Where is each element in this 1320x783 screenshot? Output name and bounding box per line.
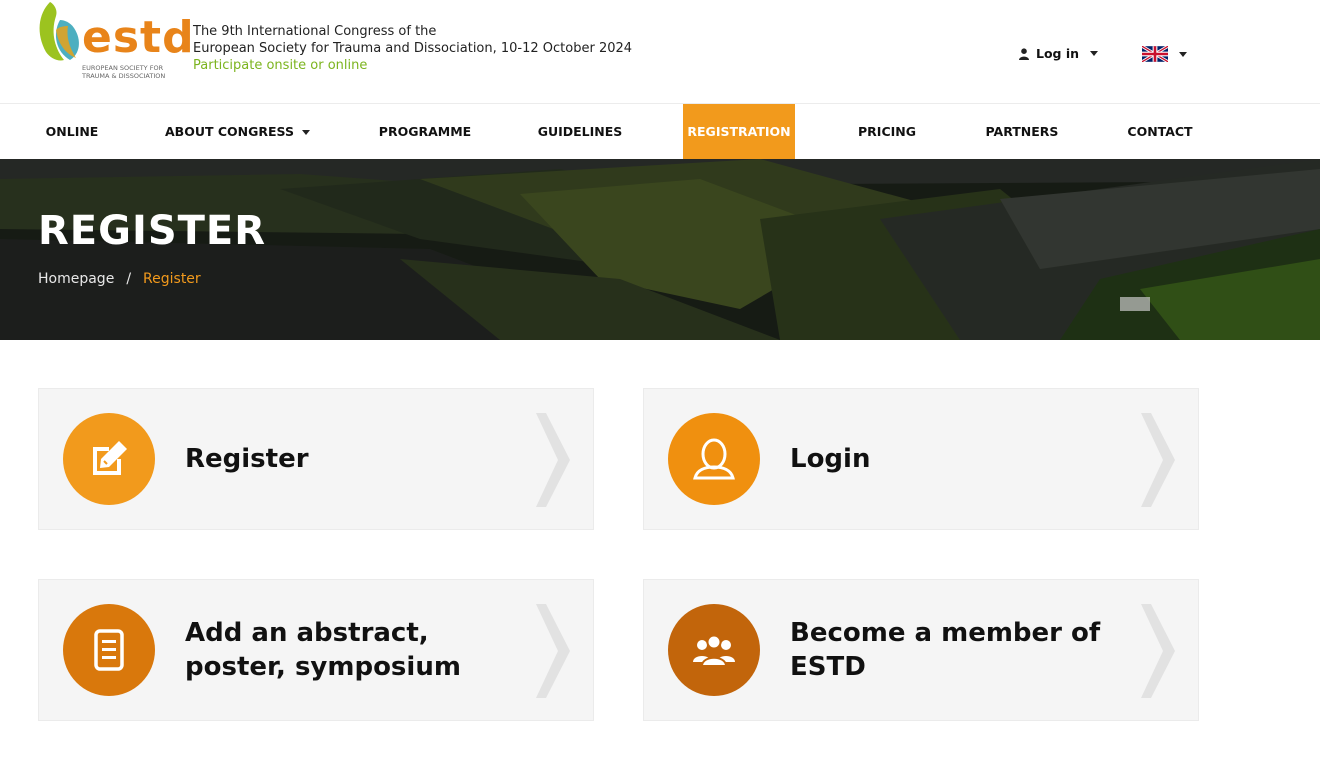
- logo-leaf-icon: [39, 2, 79, 61]
- nav-label: PROGRAMME: [378, 124, 472, 139]
- user-icon: [668, 413, 760, 505]
- nav-item-about-congress[interactable]: ABOUT CONGRESS: [165, 104, 310, 159]
- register-card-label: Register: [185, 444, 309, 474]
- group-icon: [668, 604, 760, 696]
- edit-glyph: [93, 441, 127, 475]
- login-dropdown[interactable]: Log in: [1018, 46, 1099, 61]
- breadcrumb-separator: /: [126, 271, 132, 287]
- nav-item-contact[interactable]: CONTACT: [1122, 104, 1198, 159]
- nav-item-registration[interactable]: REGISTRATION: [683, 104, 795, 159]
- abstract-card-label: Add an abstract, poster, symposium: [185, 618, 461, 682]
- login-card-label: Login: [790, 444, 871, 474]
- membership-card[interactable]: Become a member of ESTD: [643, 579, 1199, 721]
- uk-flag-icon: [1142, 46, 1168, 62]
- language-selector[interactable]: [1142, 46, 1187, 62]
- abstract-card[interactable]: Add an abstract, poster, symposium: [38, 579, 594, 721]
- chevron-down-icon: [1090, 51, 1099, 56]
- nav-label: CONTACT: [1127, 124, 1193, 139]
- nav-label: ONLINE: [45, 124, 99, 139]
- tagline-line2: European Society for Trauma and Dissocia…: [193, 41, 633, 56]
- hero-banner: REGISTER Homepage / Register: [0, 159, 1320, 340]
- breadcrumb: Homepage / Register: [38, 271, 201, 287]
- login-label: Log in: [1036, 46, 1080, 61]
- tagline-line3: Participate onsite or online: [193, 58, 368, 73]
- site-header: estd EUROPEAN SOCIETY FOR TRAUMA & DISSO…: [0, 0, 1320, 104]
- edit-icon: [63, 413, 155, 505]
- main-navigation: ONLINE ABOUT CONGRESS PROGRAMME GUIDELIN…: [0, 104, 1320, 159]
- nav-item-pricing[interactable]: PRICING: [852, 104, 922, 159]
- nav-item-partners[interactable]: PARTNERS: [982, 104, 1062, 159]
- nav-label: ABOUT CONGRESS: [165, 124, 294, 139]
- logo-subtitle-line1: EUROPEAN SOCIETY FOR: [82, 64, 164, 72]
- nav-item-programme[interactable]: PROGRAMME: [375, 104, 475, 159]
- page-title: REGISTER: [38, 208, 267, 254]
- logo-subtitle: EUROPEAN SOCIETY FOR TRAUMA & DISSOCIATI…: [82, 64, 165, 80]
- nav-label: PARTNERS: [985, 124, 1059, 139]
- nav-item-guidelines[interactable]: GUIDELINES: [535, 104, 625, 159]
- group-glyph: [693, 634, 735, 667]
- document-icon: [63, 604, 155, 696]
- nav-label: GUIDELINES: [537, 124, 623, 139]
- chevron-right-icon: [1141, 604, 1175, 698]
- nav-item-online[interactable]: ONLINE: [40, 104, 104, 159]
- estd-logo[interactable]: estd EUROPEAN SOCIETY FOR TRAUMA & DISSO…: [36, 0, 194, 100]
- user-glyph: [693, 438, 735, 480]
- document-glyph: [94, 629, 124, 671]
- membership-card-label: Become a member of ESTD: [790, 618, 1101, 682]
- tagline-line1: The 9th International Congress of the: [193, 24, 437, 39]
- nav-label: PRICING: [858, 124, 916, 139]
- register-card[interactable]: Register: [38, 388, 594, 530]
- congress-tagline: The 9th International Congress of the Eu…: [193, 23, 632, 74]
- chevron-right-icon: [1141, 413, 1175, 507]
- chevron-down-icon: [1179, 51, 1187, 57]
- breadcrumb-home-link[interactable]: Homepage: [38, 271, 114, 287]
- chevron-down-icon: [302, 130, 310, 135]
- nav-label: REGISTRATION: [687, 124, 791, 139]
- login-card[interactable]: Login: [643, 388, 1199, 530]
- user-icon: [1019, 47, 1029, 60]
- logo-wordmark: estd: [82, 12, 195, 63]
- chevron-right-icon: [536, 413, 570, 507]
- chevron-right-icon: [536, 604, 570, 698]
- breadcrumb-current: Register: [143, 271, 201, 287]
- logo-subtitle-line2: TRAUMA & DISSOCIATION: [82, 72, 166, 80]
